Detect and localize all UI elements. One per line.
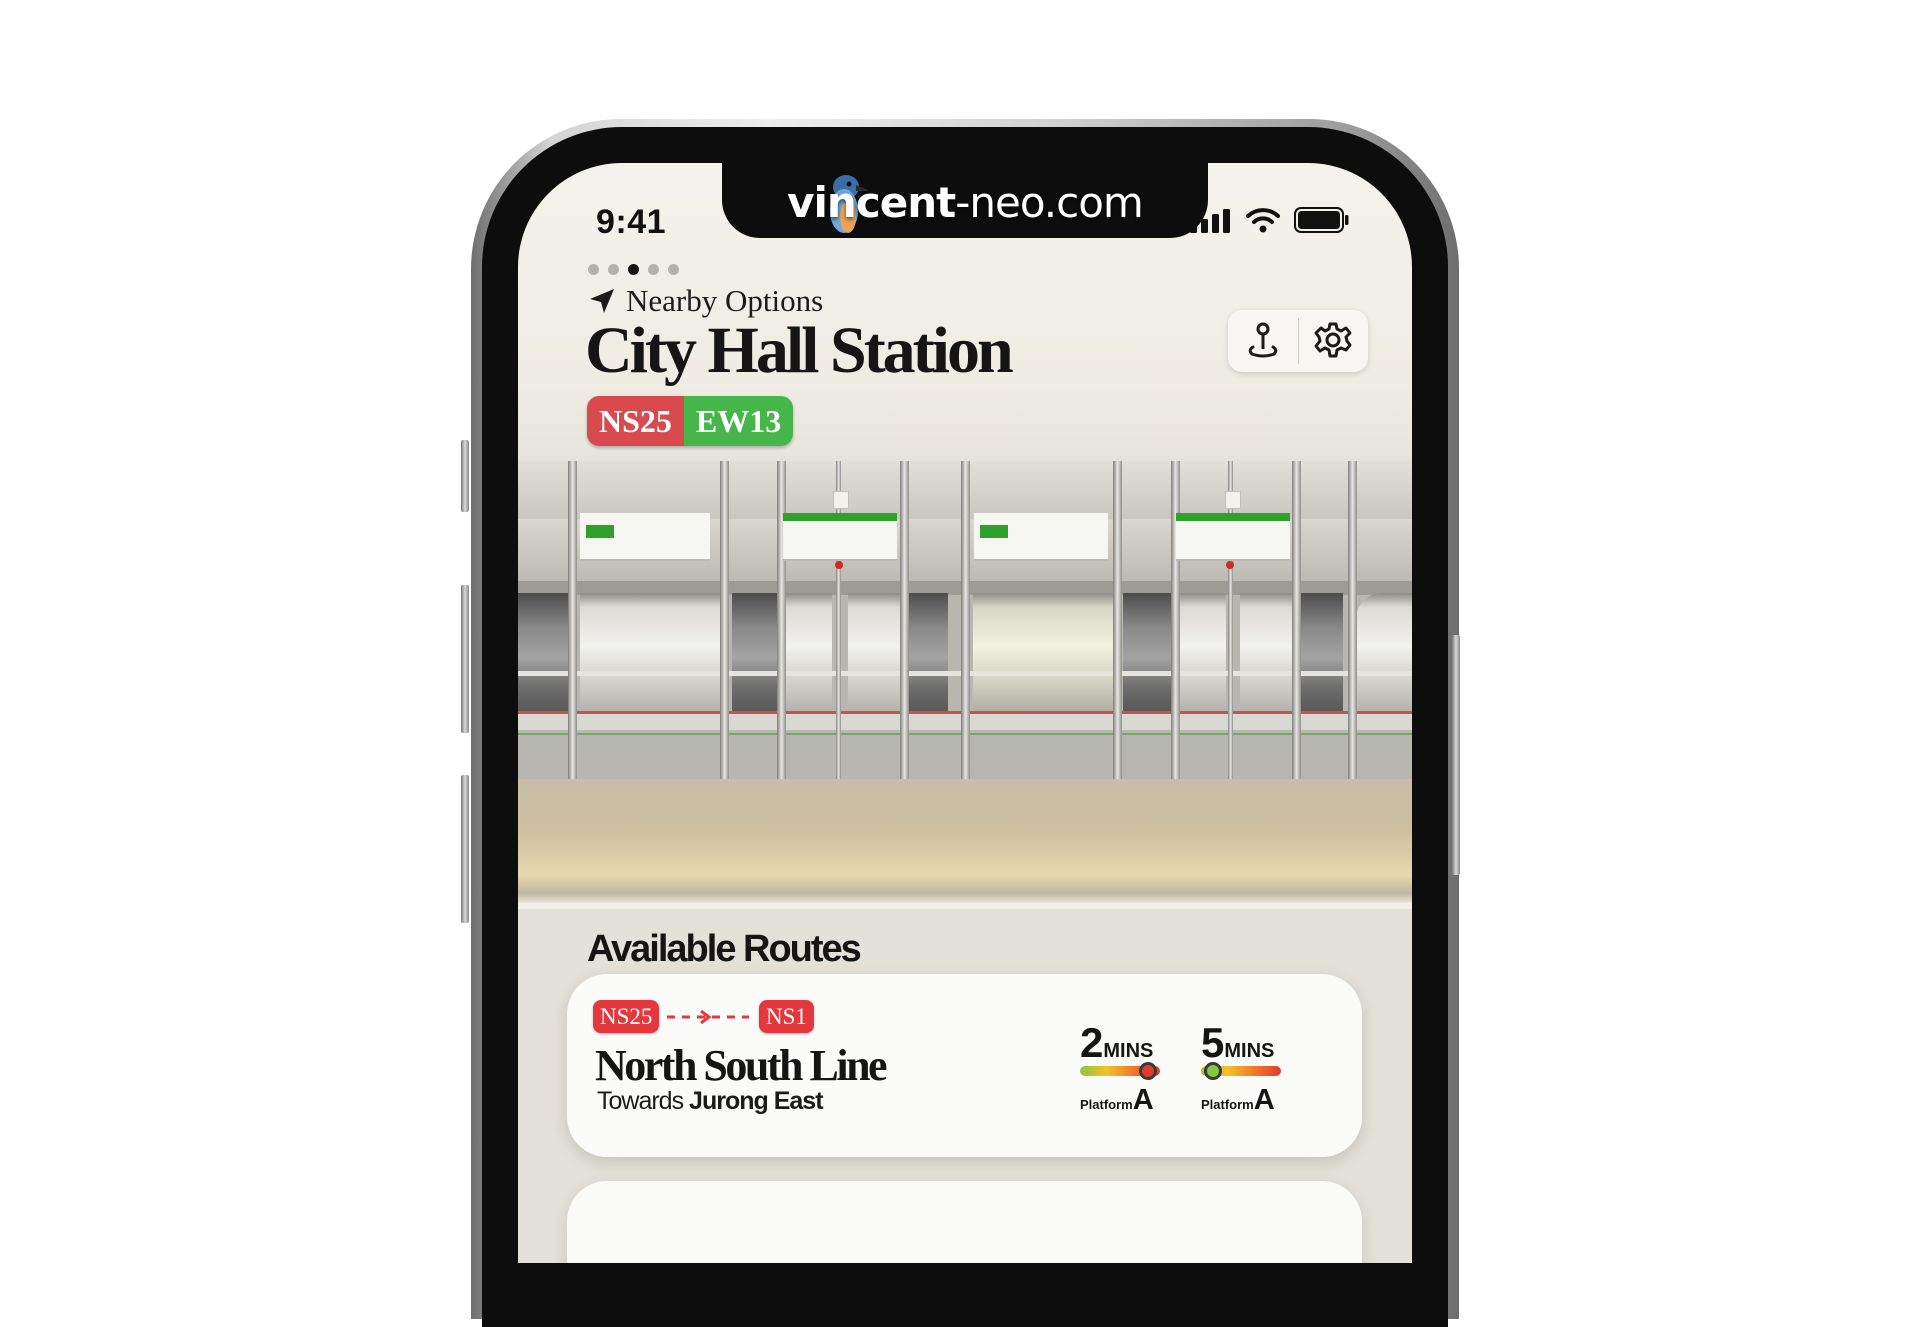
wifi-icon xyxy=(1246,208,1280,233)
train-window xyxy=(973,593,1113,711)
train-window xyxy=(580,593,720,711)
status-indicators xyxy=(1190,207,1350,233)
train-window xyxy=(848,593,900,711)
route-destination: Jurong East xyxy=(689,1087,823,1115)
train-cab-window xyxy=(1356,593,1412,711)
platform-pillar xyxy=(1348,461,1357,779)
ceiling-camera xyxy=(1225,491,1241,509)
gear-icon xyxy=(1314,322,1352,358)
ceiling-camera xyxy=(833,491,849,509)
towards-prefix: Towards xyxy=(597,1087,684,1115)
route-card[interactable]: NS25 NS1 North South Line Towards Jurong… xyxy=(567,974,1362,1157)
platform-pillar xyxy=(777,461,786,779)
train-window xyxy=(732,593,777,711)
platform-pillar xyxy=(1171,461,1180,779)
page-dot[interactable] xyxy=(588,264,599,275)
platform-door-sign xyxy=(783,513,897,561)
platform-letter: A xyxy=(1253,1084,1275,1116)
train-window xyxy=(903,593,948,711)
map-pin-button[interactable] xyxy=(1228,310,1298,372)
arrival-eta: 5MINS PlatformA xyxy=(1201,1022,1291,1117)
crowd-level-bar xyxy=(1201,1062,1281,1080)
station-title: City Hall Station xyxy=(585,314,1014,387)
watermark-bold: vincent xyxy=(787,178,956,227)
top-action-group xyxy=(1228,310,1368,372)
eta-minutes: 2 xyxy=(1080,1019,1104,1066)
platform-label: Platform xyxy=(1080,1097,1133,1112)
page-dot-active[interactable] xyxy=(628,264,639,275)
status-time: 9:41 xyxy=(596,203,667,241)
platform-pillar xyxy=(568,461,577,779)
page-indicator[interactable] xyxy=(588,264,679,275)
platform-pillar xyxy=(720,461,729,779)
platform-pillar xyxy=(961,461,970,779)
platform-sign xyxy=(974,513,1108,561)
train-window xyxy=(780,593,832,711)
platform-illustration xyxy=(518,461,1412,903)
station-code-chips: NS25 EW13 xyxy=(587,396,794,446)
volume-up-button xyxy=(461,585,469,733)
platform-indicator: PlatformA xyxy=(1201,1084,1291,1117)
eta-unit: MINS xyxy=(1103,1040,1154,1062)
battery-icon xyxy=(1294,207,1349,233)
watermark-rest: -neo.com xyxy=(955,178,1144,227)
notch: vincent-neo.com xyxy=(722,163,1208,238)
page-dot[interactable] xyxy=(608,264,619,275)
station-code-ew: EW13 xyxy=(683,396,794,446)
platform-pillar xyxy=(1292,461,1301,779)
platform-door-sign xyxy=(1176,513,1290,561)
app-screen: vincent-neo.com 9:41 Nearby Options City… xyxy=(518,163,1412,1263)
section-divider xyxy=(518,903,1412,909)
route-line-name: North South Line xyxy=(595,1041,888,1090)
train-window xyxy=(1123,593,1171,711)
station-code-ns: NS25 xyxy=(587,396,684,446)
crowd-level-bar xyxy=(1080,1062,1160,1080)
platform-indicator: PlatformA xyxy=(1080,1084,1170,1117)
platform-pillar xyxy=(900,461,909,779)
platform-pillar xyxy=(1113,461,1122,779)
location-arrow-icon xyxy=(590,289,614,313)
route-from-code: NS25 xyxy=(593,1000,660,1033)
platform-floor xyxy=(518,779,1412,903)
arrival-eta: 2MINS PlatformA xyxy=(1080,1022,1170,1117)
power-button xyxy=(1452,635,1460,875)
door-indicator-light xyxy=(1226,561,1234,569)
route-towards: Towards Jurong East xyxy=(597,1087,824,1116)
route-card-partial[interactable] xyxy=(567,1181,1362,1263)
route-direction-arrow-icon xyxy=(667,1010,749,1024)
crowd-level-knob xyxy=(1204,1062,1222,1080)
settings-button[interactable] xyxy=(1299,310,1369,372)
watermark: vincent-neo.com xyxy=(722,178,1208,227)
route-to-code: NS1 xyxy=(759,1000,814,1033)
train-window xyxy=(518,593,568,711)
platform-sign xyxy=(580,513,710,561)
routes-section-title: Available Routes xyxy=(587,928,862,970)
page-dot[interactable] xyxy=(648,264,659,275)
mute-switch xyxy=(461,440,469,512)
page-dot[interactable] xyxy=(668,264,679,275)
volume-down-button xyxy=(461,775,469,923)
platform-label: Platform xyxy=(1201,1097,1254,1112)
eta-unit: MINS xyxy=(1224,1040,1275,1062)
door-indicator-light xyxy=(835,561,843,569)
train-window xyxy=(1174,593,1226,711)
train-window xyxy=(1240,593,1292,711)
eta-minutes: 5 xyxy=(1201,1019,1225,1066)
map-pin-icon xyxy=(1248,322,1277,358)
platform-letter: A xyxy=(1132,1084,1154,1116)
crowd-level-knob xyxy=(1139,1062,1157,1080)
train-window xyxy=(1295,593,1343,711)
